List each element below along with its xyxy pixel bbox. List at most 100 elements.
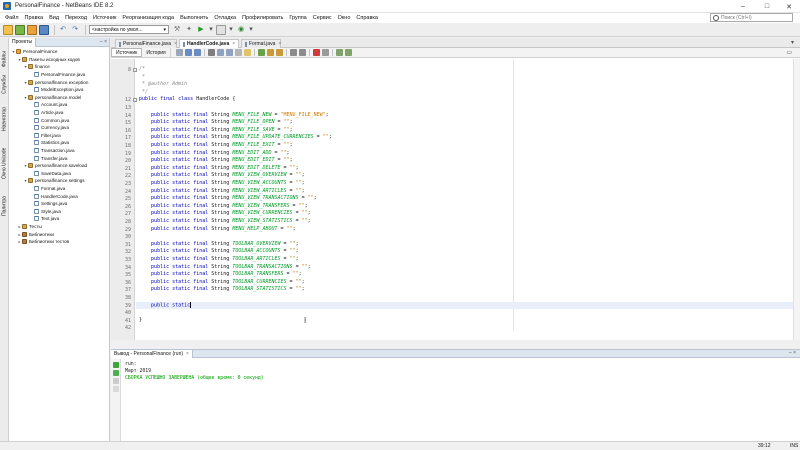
code-token: public static final	[151, 195, 209, 202]
menu-item[interactable]: Сервис	[310, 15, 335, 21]
run-button[interactable]: ▶	[196, 25, 206, 35]
code-token: TOOLBAR_ARTICLES	[232, 256, 281, 262]
toolbar-separator	[54, 24, 55, 35]
minimize-button[interactable]: –	[732, 0, 754, 13]
tree-item[interactable]: ▸ Тесты	[17, 223, 42, 231]
menu-item[interactable]: Отладка	[211, 15, 239, 21]
code-area[interactable]: /* * * @author Admin */public final clas…	[111, 38, 800, 340]
menu-item[interactable]: Файл	[2, 15, 22, 21]
menu-item[interactable]: Группа	[286, 15, 309, 21]
stop-button[interactable]	[113, 378, 119, 384]
code-token: public static final	[151, 149, 209, 156]
menu-item[interactable]: Выполнить	[177, 15, 211, 21]
code-token: ;	[301, 286, 305, 293]
debug-options-button[interactable]: ▾	[228, 25, 234, 35]
code-token: =	[286, 187, 296, 194]
clean-build-button[interactable]: ✦	[184, 25, 194, 35]
settings-button[interactable]	[113, 386, 119, 392]
tree-item[interactable]: ▾ PersonalFinance	[11, 48, 57, 56]
menu-item[interactable]: Окно	[335, 15, 354, 21]
code-line: public static final String MENU_EDIT_ADD…	[139, 150, 290, 158]
tree-item[interactable]: ▾ finance	[23, 63, 50, 71]
maximize-button[interactable]: □	[756, 0, 778, 13]
menu-item[interactable]: Источник	[90, 15, 119, 21]
code-token: String	[208, 210, 233, 217]
new-file-button[interactable]	[3, 24, 13, 35]
tree-item[interactable]: ModelException.java	[29, 86, 83, 94]
menu-item[interactable]: Вид	[46, 15, 62, 21]
tree-item[interactable]: Text.java	[29, 215, 59, 223]
code-token: String	[208, 180, 233, 186]
side-tab[interactable]: Окно Unicode	[0, 142, 9, 184]
panel-controls[interactable]: – ×	[100, 39, 107, 45]
code-token: public static final	[151, 164, 209, 171]
tree-item[interactable]: ▾ personalfinance.exception	[23, 78, 88, 86]
tree-item[interactable]: Currency.java	[29, 124, 69, 132]
rerun-with-options-button[interactable]	[113, 370, 119, 376]
tree-item[interactable]: Settings.java	[29, 200, 67, 208]
project-icon	[16, 49, 21, 55]
configuration-select[interactable]: <настройка по умол... ▾	[89, 25, 169, 34]
tree-item[interactable]: ▾ personalfinance.settings	[23, 177, 85, 185]
code-line: public static final String MENU_VIEW_CUR…	[139, 210, 311, 218]
code-token: public static final	[151, 180, 209, 186]
new-project-button[interactable]	[15, 24, 25, 35]
tab-projects[interactable]: Проекты	[9, 37, 37, 47]
close-tab-icon[interactable]: ×	[186, 351, 189, 357]
side-tab[interactable]: Навигатор	[0, 100, 9, 138]
tree-item[interactable]: Statistics.java	[29, 139, 69, 147]
tree-item[interactable]: ▾ Пакеты исходных кодов	[17, 56, 80, 64]
fold-toggle-icon[interactable]: –	[133, 67, 137, 72]
save-all-button[interactable]	[39, 24, 49, 35]
undo-button[interactable]: ↶	[58, 25, 68, 35]
error-stripe[interactable]	[793, 59, 800, 340]
tree-item[interactable]: PersonalFinance.java	[29, 71, 85, 79]
code-token: =	[298, 195, 308, 202]
code-token: String	[208, 187, 233, 194]
tree-item[interactable]: ▸ Библиотеки тестов	[17, 238, 69, 246]
tree-item[interactable]: Filter.java	[29, 132, 61, 140]
tree-item[interactable]: Style.java	[29, 208, 61, 216]
profile-button[interactable]: ◉	[236, 25, 246, 35]
output-panel-controls[interactable]: – ×	[789, 350, 796, 356]
code-token: ;	[301, 172, 305, 179]
open-project-button[interactable]	[27, 24, 37, 35]
tree-item[interactable]: ▾ personalfinance.model	[23, 94, 81, 102]
run-options-button[interactable]: ▾	[208, 25, 214, 35]
side-tab[interactable]: Службы	[0, 74, 9, 96]
tree-item[interactable]: ▾ personalfinance.saveload	[23, 162, 87, 170]
tree-item[interactable]: Common.java	[29, 116, 69, 124]
redo-button[interactable]: ↷	[70, 25, 80, 35]
menu-item[interactable]: Справка	[353, 15, 381, 21]
profile-options-button[interactable]: ▾	[248, 25, 254, 35]
menu-item[interactable]: Реорганизация кода	[119, 15, 177, 21]
tree-item[interactable]: HandlerCode.java	[29, 192, 78, 200]
menu-item[interactable]: Переход	[62, 15, 90, 21]
side-tab[interactable]: Палитра	[0, 188, 9, 224]
build-button[interactable]: ⚒	[172, 25, 182, 35]
close-window-button[interactable]: ✕	[778, 0, 800, 13]
tree-item-label: Account.java	[41, 102, 68, 108]
tab-output[interactable]: Вывод - PersonalFinance (run) ×	[111, 349, 193, 358]
menu-item[interactable]: Правка	[22, 15, 47, 21]
tree-item[interactable]: Transfer.java	[29, 154, 67, 162]
libraries-icon	[22, 231, 27, 237]
tree-item[interactable]: SaveData.java	[29, 170, 71, 178]
tree-item[interactable]: Account.java	[29, 101, 67, 109]
tree-item[interactable]: Article.java	[29, 109, 63, 117]
search-input[interactable]: Поиск (Ctrl+I)	[710, 13, 793, 22]
code-token: MENU_FILE_SAVE	[232, 126, 275, 133]
fold-toggle-icon[interactable]: –	[133, 97, 137, 102]
window-title: PersonalFinance - NetBeans IDE 8.2	[15, 3, 114, 9]
insert-mode: INS	[790, 443, 799, 449]
tree-item[interactable]: ▸ Библиотеки	[17, 230, 54, 238]
side-tab[interactable]: Файлы	[0, 48, 9, 70]
debug-button[interactable]	[216, 24, 226, 35]
tree-item[interactable]: Transaction.java	[29, 147, 75, 155]
rerun-button[interactable]	[113, 362, 119, 368]
menu-item[interactable]: Профилировать	[239, 15, 286, 21]
tree-item[interactable]: Format.java	[29, 185, 65, 193]
